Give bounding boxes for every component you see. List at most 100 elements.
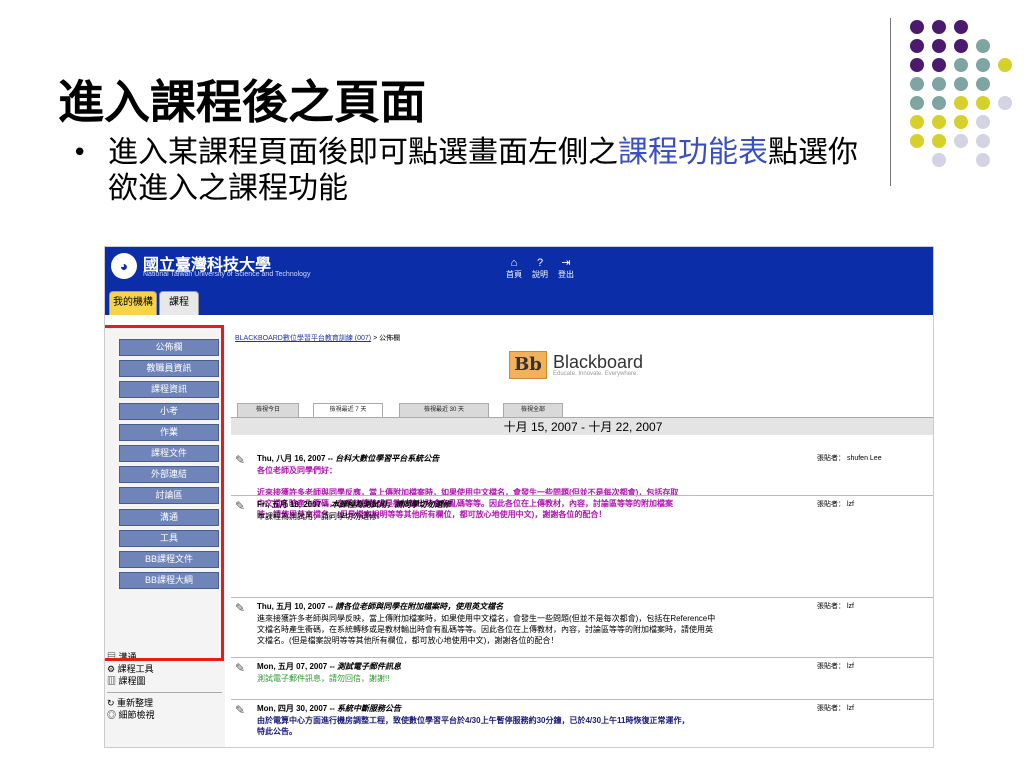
announcement-line: 近來接獲許多老師與同學反應，當上傳附加檔案時，如果使用中文檔名，會發生一些問題(… [257, 488, 679, 497]
decorative-dot [954, 134, 968, 148]
announcement-date: Thu, 八月 16, 2007 -- [257, 454, 336, 463]
nav-home[interactable]: ⌂ 首頁 [506, 257, 522, 280]
decorative-dot [910, 115, 924, 129]
announcement-date: Mon, 五月 07, 2007 -- [257, 662, 338, 671]
announcement-title: 請各位老師與同學在附加檔案時，使用英文檔名 [335, 602, 504, 611]
announcement-title: 台科大數位學習平台系統公告 [335, 454, 440, 463]
announcement-body: 本課程為測試用，請同學切勿選修! [257, 511, 857, 522]
filter-tab[interactable]: 檢視最近 7 天 [313, 403, 383, 417]
breadcrumb-separator: > [373, 335, 378, 342]
filter-tab[interactable]: 檢視全部 [503, 403, 563, 417]
decorative-dot [976, 115, 990, 129]
decorative-dot [954, 39, 968, 53]
decorative-dot [932, 115, 946, 129]
announcement-heading: Fri, 五月 18, 2007 -- 本課程為測試用，請同學切勿選修 [257, 499, 451, 510]
university-name-en: National Taiwan University of Science an… [143, 271, 311, 278]
announcement-line: 特此公告。 [257, 727, 297, 736]
nav-help[interactable]: ? 說明 [532, 257, 548, 280]
announcement-date: Mon, 四月 30, 2007 -- [257, 704, 338, 713]
decorative-dot [976, 134, 990, 148]
announcement-line: 由於電算中心方面進行機房調整工程，致使數位學習平台於4/30上午暫停服務約30分… [257, 716, 690, 725]
announcement-line: 測試電子郵件訊息，請勿回信，謝謝!! [257, 674, 390, 683]
refresh-button[interactable]: ↻ 重新整理 [107, 697, 222, 709]
decorative-dot [976, 39, 990, 53]
refresh-label: 重新整理 [117, 698, 154, 708]
announcement-title: 本課程為測試用，請同學切勿選修 [330, 500, 451, 509]
announcement-line: 文檔名。(但是檔案說明等等其他所有欄位，都可放心地使用中文)，謝謝各位的配合！ [257, 636, 559, 645]
tool-course-map-label: 課程圖 [118, 676, 146, 686]
decorative-dot [910, 20, 924, 34]
slide: 進入課程後之頁面 • 進入某課程頁面後即可點選畫面左側之課程功能表點選你欲進入之… [0, 0, 1024, 768]
announcement-body: 由於電算中心方面進行機房調整工程，致使數位學習平台於4/30上午暫停服務約30分… [257, 715, 857, 737]
detail-view-button[interactable]: ◎ 細節檢視 [107, 709, 222, 721]
announcement-line: 本課程為測試用，請同學切勿選修! [257, 512, 380, 521]
bullet-highlight: 課程功能表 [618, 135, 768, 170]
announcement-divider [231, 699, 933, 700]
blackboard-screenshot: ◕ 國立臺灣科技大學 National Taiwan University of… [104, 246, 934, 748]
announcement-heading: Mon, 五月 07, 2007 -- 測試電子郵件訊息 [257, 661, 401, 672]
announcement-body: 進來接獲許多老師與同學反映，當上傳附加檔案時，如果使用中文檔名，會發生一些問題(… [257, 613, 857, 646]
tool-course-tools[interactable]: ⚙ 課程工具 [107, 663, 222, 675]
announcement-icon: ✎ [235, 601, 246, 615]
decorative-dot [998, 96, 1012, 110]
decorative-dot [976, 96, 990, 110]
nav-help-label: 說明 [532, 270, 548, 279]
tab-courses[interactable]: 課程 [159, 291, 199, 315]
date-range: 十月 15, 2007 - 十月 22, 2007 [231, 417, 933, 435]
help-icon: ? [536, 257, 544, 269]
announcement-heading: Thu, 八月 16, 2007 -- 台科大數位學習平台系統公告 [257, 453, 439, 464]
nav-logout[interactable]: ⇥ 登出 [558, 257, 574, 280]
decorative-dot [932, 96, 946, 110]
decorative-dot [932, 20, 946, 34]
filter-tab[interactable]: 檢視今日 [237, 403, 299, 417]
decorative-dot [998, 58, 1012, 72]
decorative-dot [954, 58, 968, 72]
announcement-icon: ✎ [235, 499, 246, 513]
announcement-icon: ✎ [235, 453, 246, 467]
decorative-dot [932, 39, 946, 53]
course-menu-highlight-box [105, 325, 224, 661]
announcement-poster: 張貼者： lzf [817, 705, 854, 712]
decorative-divider [890, 18, 891, 186]
blackboard-wordmark: Blackboard [553, 352, 644, 372]
decorative-dot [976, 58, 990, 72]
bullet-text-pre: 進入某課程頁面後即可點選畫面左側之 [108, 135, 618, 170]
blackboard-logo: Bb Blackboard Educate. Innovate. Everywh… [509, 351, 643, 379]
breadcrumb-course-link[interactable]: BLACKBOARD數位學習平台教育訓練 (007) [235, 335, 371, 342]
decorative-dot [954, 96, 968, 110]
tools-panel: ▤ 溝通 ⚙ 課程工具 ▥ 課程圖 ↻ 重新整理 ◎ 細節檢視 [107, 651, 222, 721]
decorative-dot [910, 96, 924, 110]
nav-home-label: 首頁 [506, 270, 522, 279]
decorative-dot [932, 134, 946, 148]
tools-divider [107, 687, 222, 693]
decorative-dot [954, 20, 968, 34]
announcement-poster: 張貼者： lzf [817, 663, 854, 670]
decorative-dot [932, 153, 946, 167]
announcement-icon: ✎ [235, 661, 246, 675]
announcement-title: 測試電子郵件訊息 [337, 662, 402, 671]
announcement-item: ✎ Mon, 四月 30, 2007 -- 系統中斷服務公告 張貼者： lzf 由於電… [235, 703, 933, 747]
announcement-item: ✎ Mon, 五月 07, 2007 -- 測試電子郵件訊息 張貼者： lzf 測試電… [235, 661, 933, 699]
logout-icon: ⇥ [561, 257, 571, 269]
announcement-date: Thu, 五月 10, 2007 -- [257, 602, 336, 611]
filter-tab[interactable]: 檢視最近 30 天 [399, 403, 489, 417]
decorative-dot [932, 77, 946, 91]
decorative-dot [932, 58, 946, 72]
slide-bullet: • 進入某課程頁面後即可點選畫面左側之課程功能表點選你欲進入之課程功能 [72, 135, 883, 207]
announcement-icon: ✎ [235, 703, 246, 717]
announcement-poster: 張貼者： lzf [817, 603, 854, 610]
tab-my-institution[interactable]: 我的機構 [109, 291, 157, 315]
announcement-divider [231, 495, 933, 496]
announcement-line [257, 476, 857, 487]
tool-course-map[interactable]: ▥ 課程圖 [107, 675, 222, 687]
home-icon: ⌂ [510, 257, 518, 269]
announcement-heading: Mon, 四月 30, 2007 -- 系統中斷服務公告 [257, 703, 401, 714]
slide-title: 進入課程後之頁面 [58, 75, 426, 129]
announcement-line: 文檔名時產生衝碼，在系統轉移或是教材輸出時會有亂碼等等。因此各位在上傳教材，內容… [257, 625, 713, 634]
university-logo-icon: ◕ [111, 253, 137, 279]
decorative-dot [954, 115, 968, 129]
nav-logout-label: 登出 [558, 270, 574, 279]
announcement-divider [231, 657, 933, 658]
announcement-item: ✎ Thu, 五月 10, 2007 -- 請各位老師與同學在附加檔案時，使用英文… [235, 601, 933, 657]
bb-header: ◕ 國立臺灣科技大學 National Taiwan University of… [105, 247, 933, 315]
